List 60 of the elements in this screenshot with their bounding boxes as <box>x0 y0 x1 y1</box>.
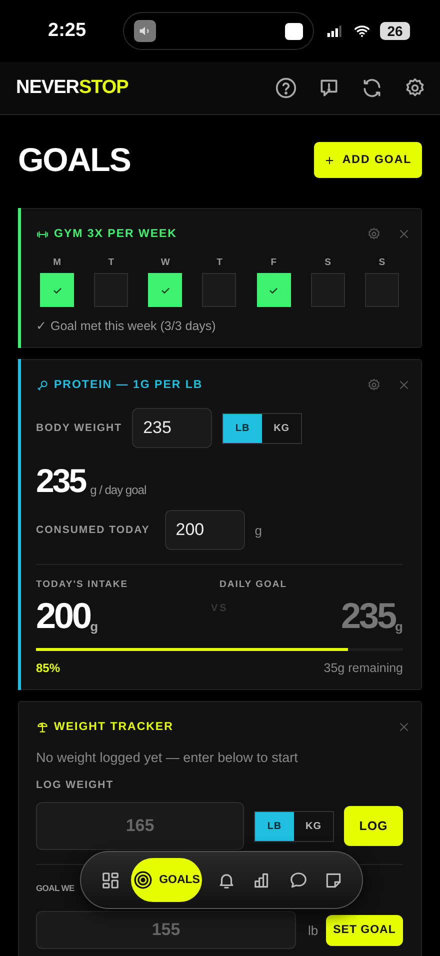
dashboard-icon <box>101 870 120 890</box>
close-icon[interactable] <box>397 720 411 734</box>
remaining-label: 35g remaining <box>324 661 403 675</box>
goal-unit: g / day goal <box>90 483 146 497</box>
close-icon[interactable] <box>397 378 411 392</box>
unit-toggle[interactable]: LB <box>255 812 294 840</box>
log-button[interactable]: LOG <box>344 806 403 846</box>
card-title: PROTEIN — 1G PER LB <box>54 379 203 391</box>
day-label: S <box>324 257 331 268</box>
goal-value: 235 <box>340 598 396 634</box>
card-title: WEIGHT TRACKER <box>54 721 174 733</box>
day-label: T <box>108 257 114 268</box>
day-checkbox[interactable] <box>364 273 399 307</box>
field-label: GOAL WE <box>36 883 74 893</box>
goal-status: ✓ Goal met this week (3/3 days) <box>36 318 217 333</box>
day-checkbox[interactable] <box>202 273 236 307</box>
speaker-icon <box>134 20 156 42</box>
day-checkbox[interactable] <box>94 273 128 307</box>
goal-weight-field[interactable]: 155 <box>36 911 296 949</box>
unit-label: lb <box>308 922 318 938</box>
day-label: M <box>53 257 62 268</box>
day-label: F <box>270 257 277 268</box>
plus-icon <box>324 154 336 166</box>
goal-amount: 235 <box>36 464 86 497</box>
weight-field[interactable]: 165 <box>36 802 244 850</box>
stat-label: TODAY'S INTAKE <box>36 579 130 590</box>
refresh-icon[interactable] <box>361 77 383 99</box>
field-label: LOG WEIGHT <box>36 779 115 791</box>
body-weight-field[interactable]: 235 <box>132 408 212 448</box>
target-icon <box>133 870 154 890</box>
wifi-icon <box>352 23 372 39</box>
field-label: CONSUMED TODAY <box>36 524 150 536</box>
app-logo: NEVERSTOP <box>16 77 128 99</box>
unit-label: g <box>395 619 403 634</box>
progress-percent: 85% <box>36 661 60 675</box>
add-goal-button[interactable]: ADD GOAL <box>314 142 422 178</box>
card-title: GYM 3X PER WEEK <box>54 228 177 240</box>
chat-bubble-icon <box>288 870 308 890</box>
feedback-icon[interactable] <box>318 77 340 99</box>
day-label: W <box>160 257 170 268</box>
nav-tab[interactable]: GOALS <box>130 858 202 902</box>
help-icon[interactable] <box>275 77 297 99</box>
unit-toggle[interactable]: LB <box>223 414 262 442</box>
consumed-field[interactable]: 200 <box>164 510 245 550</box>
stat-label: DAILY GOAL <box>220 579 288 590</box>
unit-label: g <box>254 522 262 538</box>
settings-icon[interactable] <box>404 77 426 99</box>
day-checkbox[interactable] <box>310 273 345 307</box>
set-goal-button[interactable]: SET GOAL <box>326 914 403 946</box>
empty-message: No weight logged yet — enter below to start <box>36 750 299 765</box>
unit-label: g <box>90 619 98 634</box>
day-label: S <box>378 257 386 268</box>
field-label: BODY WEIGHT <box>36 422 122 434</box>
intake-value: 200 <box>36 598 90 634</box>
close-icon[interactable] <box>397 227 411 241</box>
note-icon <box>324 870 344 890</box>
page-title: GOALS <box>18 141 130 179</box>
battery-level: 26 <box>380 22 410 40</box>
day-label: T <box>216 257 222 268</box>
status-time: 2:25 <box>48 20 88 42</box>
